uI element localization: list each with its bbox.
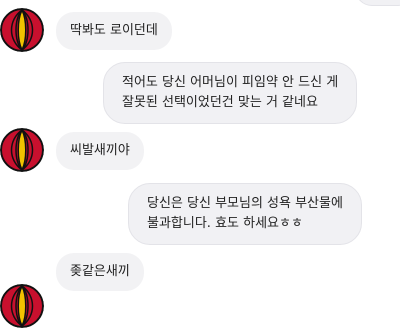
beach-ball-avatar-icon: [0, 284, 44, 328]
outgoing-message-bubble[interactable]: 당신은 당신 부모님의 성욕 부산물에 불과합니다. 효도 하세요ㅎㅎ: [128, 183, 362, 245]
message-text-line: 불과합니다. 효도 하세요ㅎㅎ: [147, 216, 303, 231]
incoming-message-bubble[interactable]: 딱봐도 로이던데: [56, 12, 172, 50]
message-text-line: 적어도 당신 어머님이 피임약 안 드신 게: [122, 75, 339, 90]
message-text: 씨발새끼야: [70, 143, 130, 158]
sender-avatar[interactable]: [0, 128, 44, 172]
message-text-line: 잘못된 선택이었던건 맞는 거 같네요: [122, 95, 318, 110]
message-text: 딱봐도 로이던데: [70, 23, 158, 38]
partial-message-bubble: [355, 0, 400, 6]
outgoing-message-bubble[interactable]: 적어도 당신 어머님이 피임약 안 드신 게 잘못된 선택이었던건 맞는 거 같…: [103, 62, 358, 124]
message-text: 좆같은새끼: [70, 264, 130, 279]
incoming-message-bubble[interactable]: 씨발새끼야: [56, 132, 144, 170]
beach-ball-avatar-icon: [0, 8, 44, 52]
beach-ball-avatar-icon: [0, 128, 44, 172]
message-text-line: 당신은 당신 부모님의 성욕 부산물에: [147, 196, 343, 211]
incoming-message-bubble[interactable]: 좆같은새끼: [56, 253, 144, 291]
sender-avatar[interactable]: [0, 8, 44, 52]
sender-avatar[interactable]: [0, 284, 44, 328]
